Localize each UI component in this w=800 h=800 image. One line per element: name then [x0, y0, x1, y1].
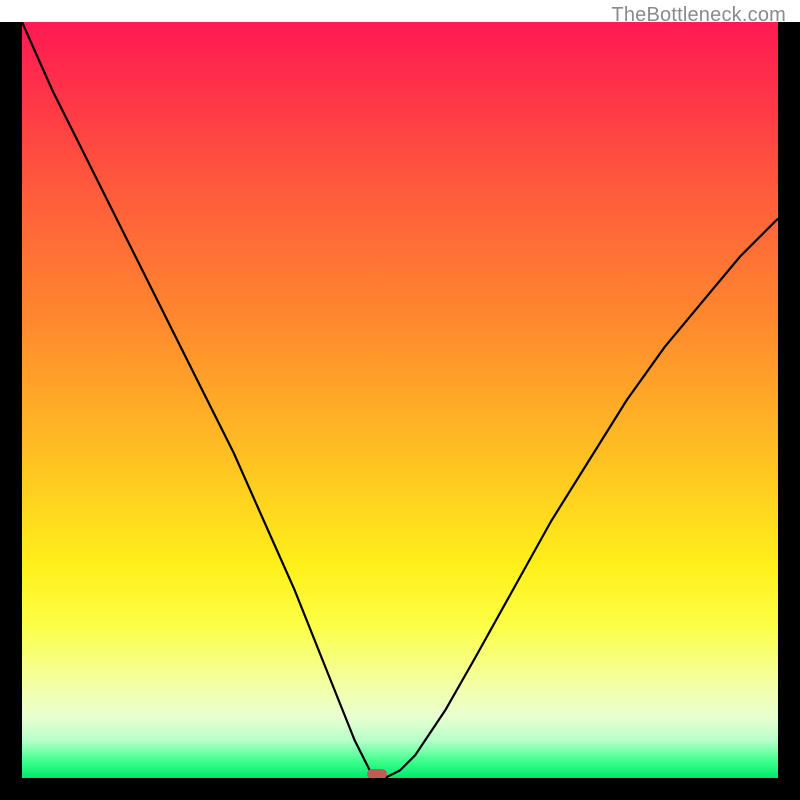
- chart-frame: [0, 22, 800, 800]
- watermark-label: TheBottleneck.com: [611, 4, 786, 27]
- curve-path: [22, 22, 778, 778]
- bottleneck-curve: [22, 22, 778, 778]
- optimum-marker: [367, 769, 387, 778]
- plot-area: [22, 22, 778, 778]
